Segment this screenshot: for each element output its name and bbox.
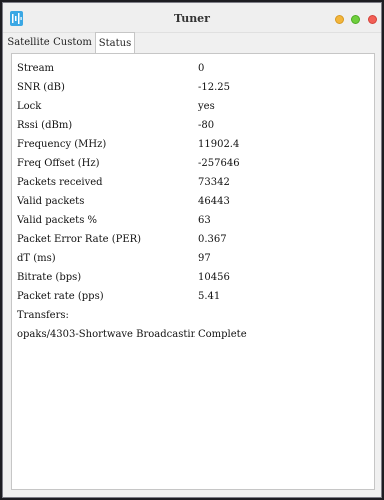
status-row-bitrate: Bitrate (bps) 10456 [12, 272, 374, 291]
status-row-lock: Lock yes [12, 101, 374, 120]
transfers-label: Transfers: [17, 310, 69, 321]
window-title: Tuner [174, 12, 210, 25]
maximize-icon[interactable] [351, 15, 360, 24]
transfer-name: opaks/4303-Shortwave Broadcasting Sched… [17, 329, 195, 340]
row-label: Lock [17, 101, 42, 112]
row-value: 97 [198, 253, 211, 264]
row-value: yes [198, 101, 215, 112]
minimize-icon[interactable] [335, 15, 344, 24]
row-label: Packets received [17, 177, 103, 188]
tab-satellite[interactable]: Satellite [7, 32, 50, 53]
status-row-stream: Stream 0 [12, 63, 374, 82]
row-value: -257646 [198, 158, 240, 169]
row-value: 0 [198, 63, 205, 74]
status-row-packets-received: Packets received 73342 [12, 177, 374, 196]
tab-custom[interactable]: Custom [50, 32, 95, 53]
row-label: Valid packets % [17, 215, 98, 226]
row-value: 0.367 [198, 234, 227, 245]
row-label: Packet rate (pps) [17, 291, 104, 302]
tab-status[interactable]: Status [95, 32, 135, 53]
status-row-valid-packets-pct: Valid packets % 63 [12, 215, 374, 234]
row-label: Stream [17, 63, 55, 74]
transfer-state: Complete [198, 329, 247, 340]
tuner-window: Tuner Satellite Custom Status Stream 0 S… [2, 2, 382, 498]
row-value: 5.41 [198, 291, 221, 302]
row-label: Valid packets [17, 196, 85, 207]
row-label: Packet Error Rate (PER) [17, 234, 142, 245]
status-row-frequency: Frequency (MHz) 11902.4 [12, 139, 374, 158]
status-row-snr: SNR (dB) -12.25 [12, 82, 374, 101]
transfers-heading: Transfers: [12, 310, 374, 329]
row-value: 73342 [198, 177, 230, 188]
row-label: SNR (dB) [17, 82, 65, 93]
close-icon[interactable] [368, 15, 377, 24]
row-value: 63 [198, 215, 211, 226]
status-row-per: Packet Error Rate (PER) 0.367 [12, 234, 374, 253]
transfer-row: opaks/4303-Shortwave Broadcasting Sched…… [12, 329, 374, 348]
status-row-valid-packets: Valid packets 46443 [12, 196, 374, 215]
row-value: 10456 [198, 272, 230, 283]
row-label: Frequency (MHz) [17, 139, 107, 150]
status-row-rssi: Rssi (dBm) -80 [12, 120, 374, 139]
row-label: Freq Offset (Hz) [17, 158, 100, 169]
row-label: Rssi (dBm) [17, 120, 73, 131]
row-value: -12.25 [198, 82, 231, 93]
row-label: Bitrate (bps) [17, 272, 82, 283]
status-panel: Stream 0 SNR (dB) -12.25 Lock yes Rssi (… [11, 53, 375, 490]
status-row-freq-offset: Freq Offset (Hz) -257646 [12, 158, 374, 177]
status-row-dt: dT (ms) 97 [12, 253, 374, 272]
title-bar[interactable]: Tuner [3, 3, 381, 33]
status-row-packet-rate: Packet rate (pps) 5.41 [12, 291, 374, 310]
row-label: dT (ms) [17, 253, 56, 264]
row-value: -80 [198, 120, 215, 131]
row-value: 46443 [198, 196, 230, 207]
row-value: 11902.4 [198, 139, 240, 150]
